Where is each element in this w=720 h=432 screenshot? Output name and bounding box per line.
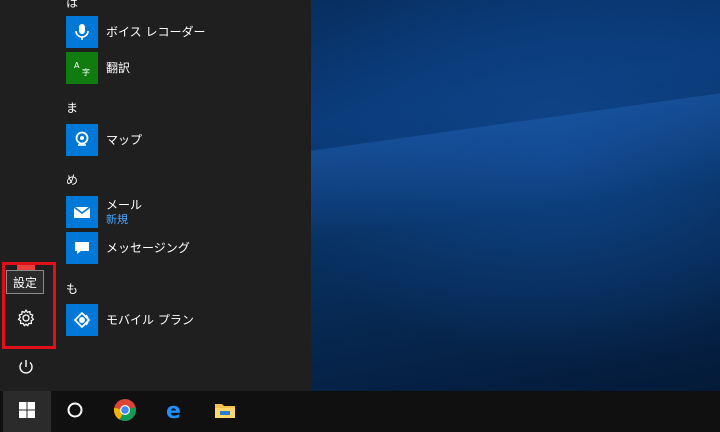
cortana-circle-icon — [66, 401, 84, 423]
mobile-plans-icon — [66, 304, 98, 336]
translator-icon: A字 — [66, 52, 98, 84]
letter-header-ha[interactable]: は — [66, 0, 78, 11]
app-label: メッセージング — [106, 240, 190, 255]
microphone-icon — [66, 16, 98, 48]
start-menu: は ボイス レコーダー A字 翻訳 ま マップ め メール 新規 メッセージング… — [0, 0, 311, 391]
windows-logo-icon — [18, 401, 36, 423]
map-pin-icon — [66, 124, 98, 156]
app-mail[interactable]: メール 新規 — [66, 195, 306, 229]
svg-text:字: 字 — [82, 67, 90, 77]
svg-text:A: A — [74, 61, 80, 70]
app-label: ボイス レコーダー — [106, 24, 206, 39]
app-maps[interactable]: マップ — [66, 123, 306, 157]
edge-icon: e — [163, 398, 187, 426]
app-label-group: メール 新規 — [106, 198, 142, 226]
chrome-taskbar-button[interactable] — [101, 391, 149, 432]
app-label: モバイル プラン — [106, 312, 194, 327]
app-translator[interactable]: A字 翻訳 — [66, 51, 306, 85]
chat-icon — [66, 232, 98, 264]
mail-icon — [66, 196, 98, 228]
app-label: 翻訳 — [106, 60, 131, 75]
letter-header-me[interactable]: め — [66, 171, 78, 188]
app-label: メール — [106, 198, 143, 212]
start-button[interactable] — [3, 391, 51, 432]
letter-header-mo[interactable]: も — [66, 280, 78, 297]
settings-button[interactable] — [0, 300, 52, 340]
wallpaper-light-beam — [300, 87, 720, 243]
cortana-button[interactable] — [51, 391, 99, 432]
letter-header-ma[interactable]: ま — [66, 99, 78, 116]
gear-icon — [16, 308, 36, 332]
folder-icon — [213, 399, 237, 425]
power-button[interactable] — [0, 349, 52, 389]
app-label: マップ — [106, 132, 143, 147]
file-explorer-taskbar-button[interactable] — [201, 391, 249, 432]
power-icon — [17, 358, 35, 380]
edge-taskbar-button[interactable]: e — [151, 391, 199, 432]
app-voice-recorder[interactable]: ボイス レコーダー — [66, 15, 306, 49]
chrome-icon — [113, 398, 137, 426]
svg-text:e: e — [166, 399, 181, 422]
app-mobile-plans[interactable]: モバイル プラン — [66, 303, 306, 337]
app-subtitle: 新規 — [106, 213, 128, 226]
taskbar: e — [0, 391, 720, 432]
app-messaging[interactable]: メッセージング — [66, 231, 306, 265]
